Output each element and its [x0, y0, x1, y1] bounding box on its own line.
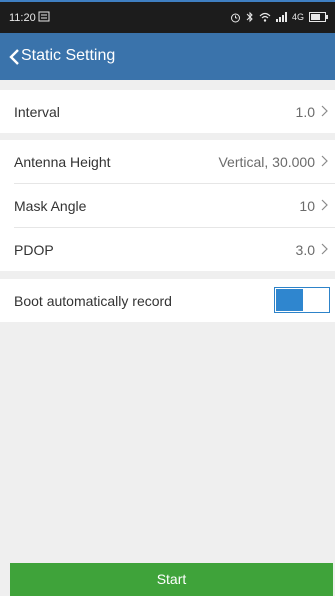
- pdop-label: PDOP: [14, 242, 54, 258]
- toggle-on-indicator: [276, 289, 303, 311]
- pdop-row[interactable]: PDOP 3.0: [0, 228, 335, 271]
- chevron-right-icon: [321, 243, 328, 255]
- network-type: 4G: [291, 12, 304, 22]
- boot-record-row: Boot automatically record: [0, 279, 335, 322]
- pdop-value: 3.0: [295, 242, 315, 258]
- parameters-group: Antenna Height Vertical, 30.000 Mask Ang…: [0, 140, 335, 271]
- antenna-height-row[interactable]: Antenna Height Vertical, 30.000: [0, 140, 335, 183]
- bluetooth-icon: [246, 11, 253, 23]
- app-header: Static Setting: [0, 33, 335, 80]
- start-button[interactable]: Start: [10, 563, 333, 596]
- chevron-right-icon: [321, 199, 328, 211]
- status-bar: 11:20 4G: [0, 0, 335, 33]
- mask-angle-row[interactable]: Mask Angle 10: [0, 184, 335, 227]
- wifi-icon: [259, 12, 271, 22]
- chevron-right-icon: [321, 155, 328, 167]
- status-icons: 4G: [230, 11, 329, 23]
- mask-angle-value: 10: [299, 198, 315, 214]
- interval-label: Interval: [14, 104, 60, 120]
- boot-record-toggle[interactable]: [274, 287, 330, 313]
- alarm-icon: [230, 13, 240, 22]
- interval-value: 1.0: [295, 104, 315, 120]
- interval-group: Interval 1.0: [0, 90, 335, 133]
- notification-icon: [38, 11, 50, 22]
- boot-record-label: Boot automatically record: [14, 293, 172, 309]
- boot-record-group: Boot automatically record: [0, 279, 335, 322]
- interval-row[interactable]: Interval 1.0: [0, 90, 335, 133]
- status-time: 11:20: [9, 12, 36, 24]
- antenna-height-label: Antenna Height: [14, 154, 111, 170]
- battery-icon: [309, 12, 328, 22]
- mask-angle-label: Mask Angle: [14, 198, 87, 214]
- antenna-height-value: Vertical, 30.000: [218, 154, 315, 170]
- signal-icon: [275, 12, 287, 22]
- chevron-right-icon: [321, 105, 328, 117]
- page-title: Static Setting: [21, 47, 116, 64]
